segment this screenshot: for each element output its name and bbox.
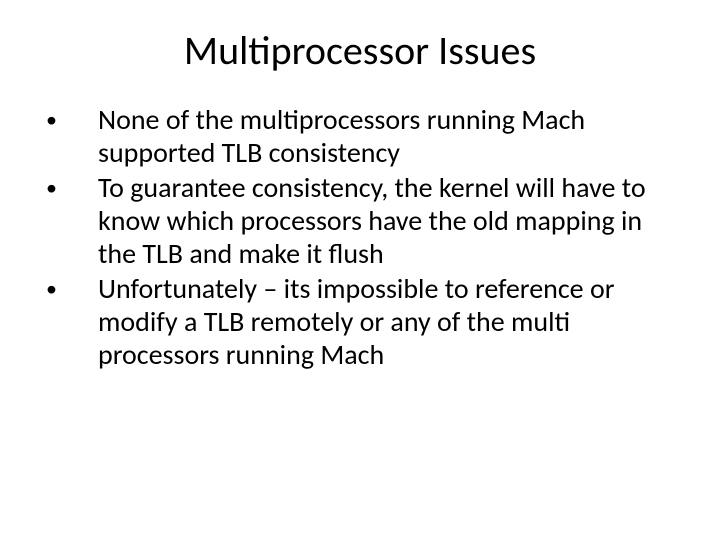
list-item: • None of the multiprocessors running Ma…	[40, 103, 680, 169]
bullet-text: None of the multiprocessors running Mach…	[98, 103, 680, 169]
bullet-text: To guarantee consistency, the kernel wil…	[98, 171, 680, 270]
slide-body: • None of the multiprocessors running Ma…	[40, 103, 680, 371]
bullet-icon: •	[40, 103, 98, 137]
bullet-icon: •	[40, 171, 98, 205]
bullet-icon: •	[40, 272, 98, 306]
list-item: • To guarantee consistency, the kernel w…	[40, 171, 680, 270]
slide-title: Multiprocessor Issues	[40, 26, 680, 75]
list-item: • Unfortunately – its impossible to refe…	[40, 272, 680, 371]
slide: Multiprocessor Issues • None of the mult…	[0, 0, 720, 540]
bullet-text: Unfortunately – its impossible to refere…	[98, 272, 680, 371]
